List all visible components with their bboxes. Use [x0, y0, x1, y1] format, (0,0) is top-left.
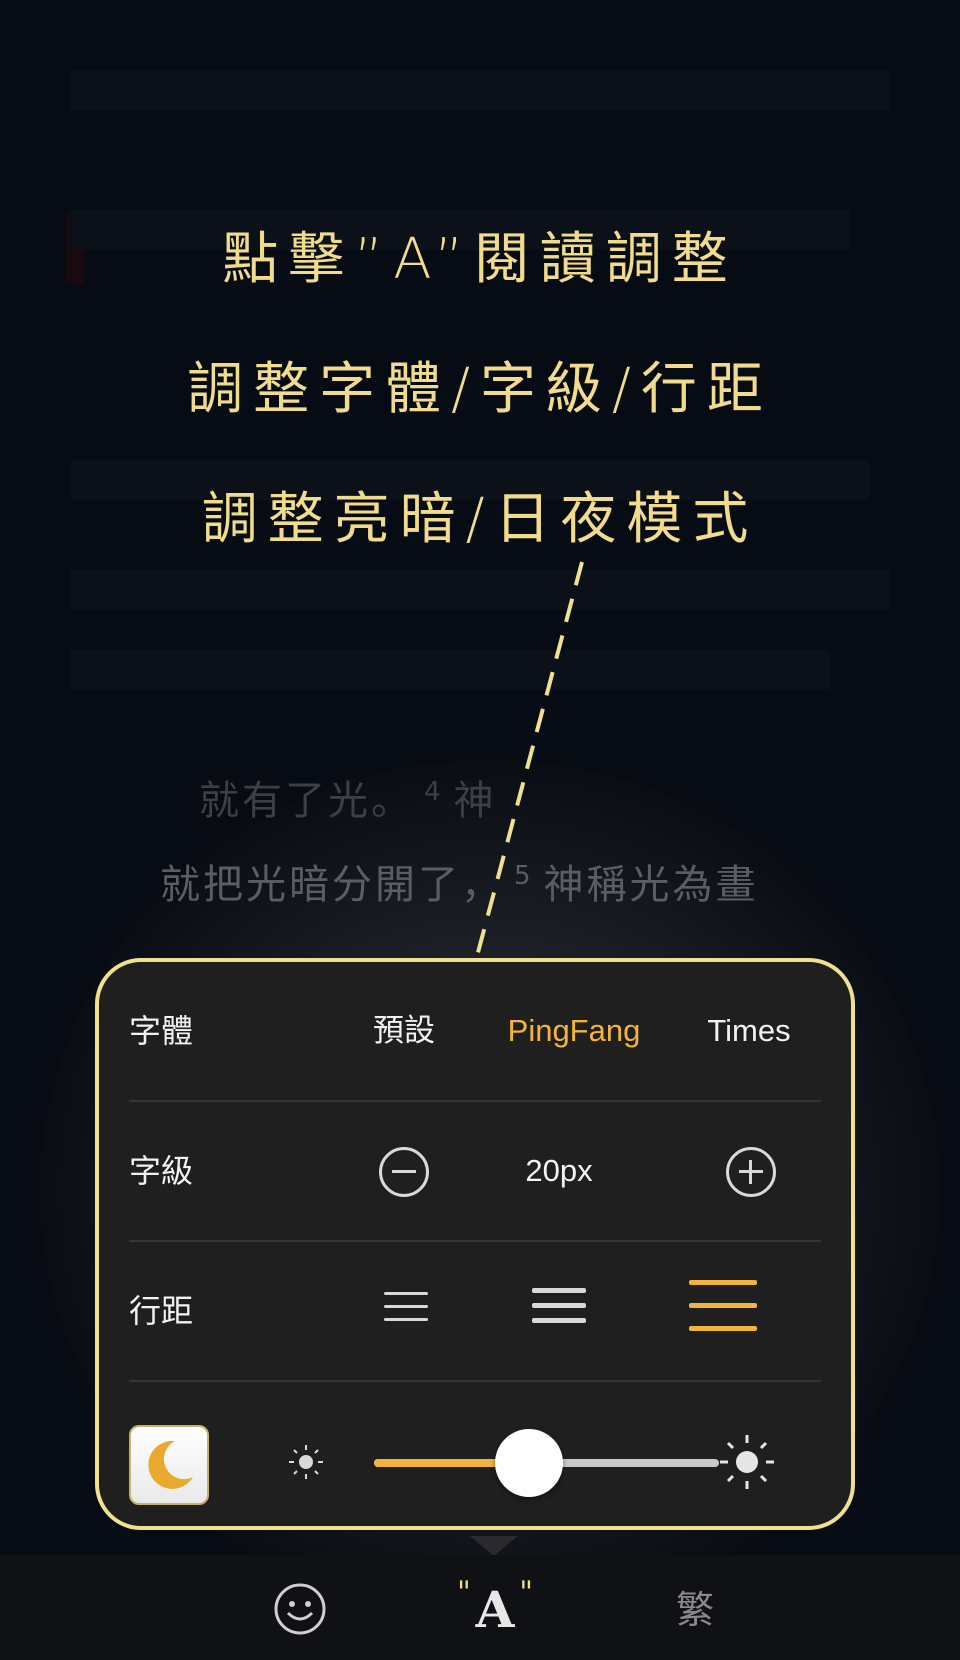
- blurred-text: [70, 570, 890, 610]
- font-option-default[interactable]: 預設: [349, 962, 459, 1100]
- tutorial-caption-3: 調整亮暗/日夜模式: [201, 487, 759, 552]
- reading-settings-label: A: [475, 1580, 515, 1639]
- font-label: 字體: [129, 1012, 194, 1050]
- moon-icon: [148, 1440, 193, 1489]
- line-icon: [689, 1280, 757, 1285]
- emoji-button[interactable]: [270, 1575, 330, 1645]
- font-option-pingfang[interactable]: PingFang: [479, 962, 669, 1100]
- blurred-text: [70, 70, 890, 110]
- panel-pointer-notch: [470, 1536, 518, 1556]
- reading-settings-panel: 字體 預設 PingFang Times 字級 20px 行距: [95, 958, 855, 1530]
- sun-large-icon: [720, 1435, 774, 1489]
- screen: 就有了光。 4 神 就把光暗分開了， 5 神稱光為畫 點擊”A”閱讀調整 調整字體/字級…: [0, 0, 960, 1660]
- verse-line: 就有了光。 4 神: [70, 768, 497, 826]
- font-option-times[interactable]: Times: [674, 962, 824, 1100]
- spacing-row: 行距: [129, 1242, 821, 1382]
- verse-number: 4: [424, 777, 444, 807]
- line-icon: [384, 1318, 428, 1321]
- line-icon: [532, 1303, 586, 1308]
- line-icon: [689, 1303, 757, 1308]
- blurred-text: [70, 650, 830, 690]
- size-row: 字級 20px: [129, 1102, 821, 1242]
- minus-icon: [392, 1170, 416, 1173]
- line-icon: [384, 1305, 428, 1308]
- spacing-label: 行距: [129, 1292, 194, 1330]
- verse-text: 神: [453, 778, 497, 824]
- tutorial-caption-1: 點擊”A”閱讀調整: [222, 227, 738, 292]
- brightness-slider-thumb[interactable]: [495, 1429, 564, 1497]
- brightness-slider[interactable]: [374, 1429, 719, 1497]
- verse-line: 就把光暗分開了， 5 神稱光為畫: [160, 852, 759, 910]
- line-icon: [384, 1292, 428, 1295]
- line-icon: [532, 1318, 586, 1323]
- spacing-narrow-button[interactable]: [384, 1292, 428, 1322]
- tutorial-caption-2: 調整字體/字級/行距: [187, 357, 773, 422]
- quote-mark-icon: ": [519, 1575, 533, 1610]
- increase-size-button[interactable]: [726, 1147, 776, 1197]
- decrease-size-button[interactable]: [379, 1147, 429, 1197]
- line-icon: [689, 1326, 757, 1331]
- font-row: 字體 預設 PingFang Times: [129, 962, 821, 1102]
- plus-icon-vertical: [749, 1160, 752, 1184]
- spacing-wide-button[interactable]: [689, 1280, 757, 1332]
- traditional-chinese-button[interactable]: 繁: [665, 1575, 725, 1645]
- night-mode-button[interactable]: [129, 1425, 209, 1505]
- sun-small-icon: [289, 1445, 323, 1479]
- verse-text: 就把光暗分開了，: [160, 862, 504, 908]
- smiley-icon: [274, 1583, 326, 1635]
- verse-text: 神稱光為畫: [543, 862, 759, 908]
- verse-text: 就有了光。: [199, 778, 414, 824]
- spacing-medium-button[interactable]: [532, 1288, 586, 1324]
- line-icon: [532, 1288, 586, 1293]
- size-label: 字級: [129, 1152, 194, 1190]
- reading-settings-button[interactable]: " A ": [455, 1575, 535, 1645]
- verse-number: 5: [514, 861, 534, 891]
- quote-mark-icon: ": [457, 1575, 471, 1610]
- font-size-value: 20px: [525, 1153, 593, 1188]
